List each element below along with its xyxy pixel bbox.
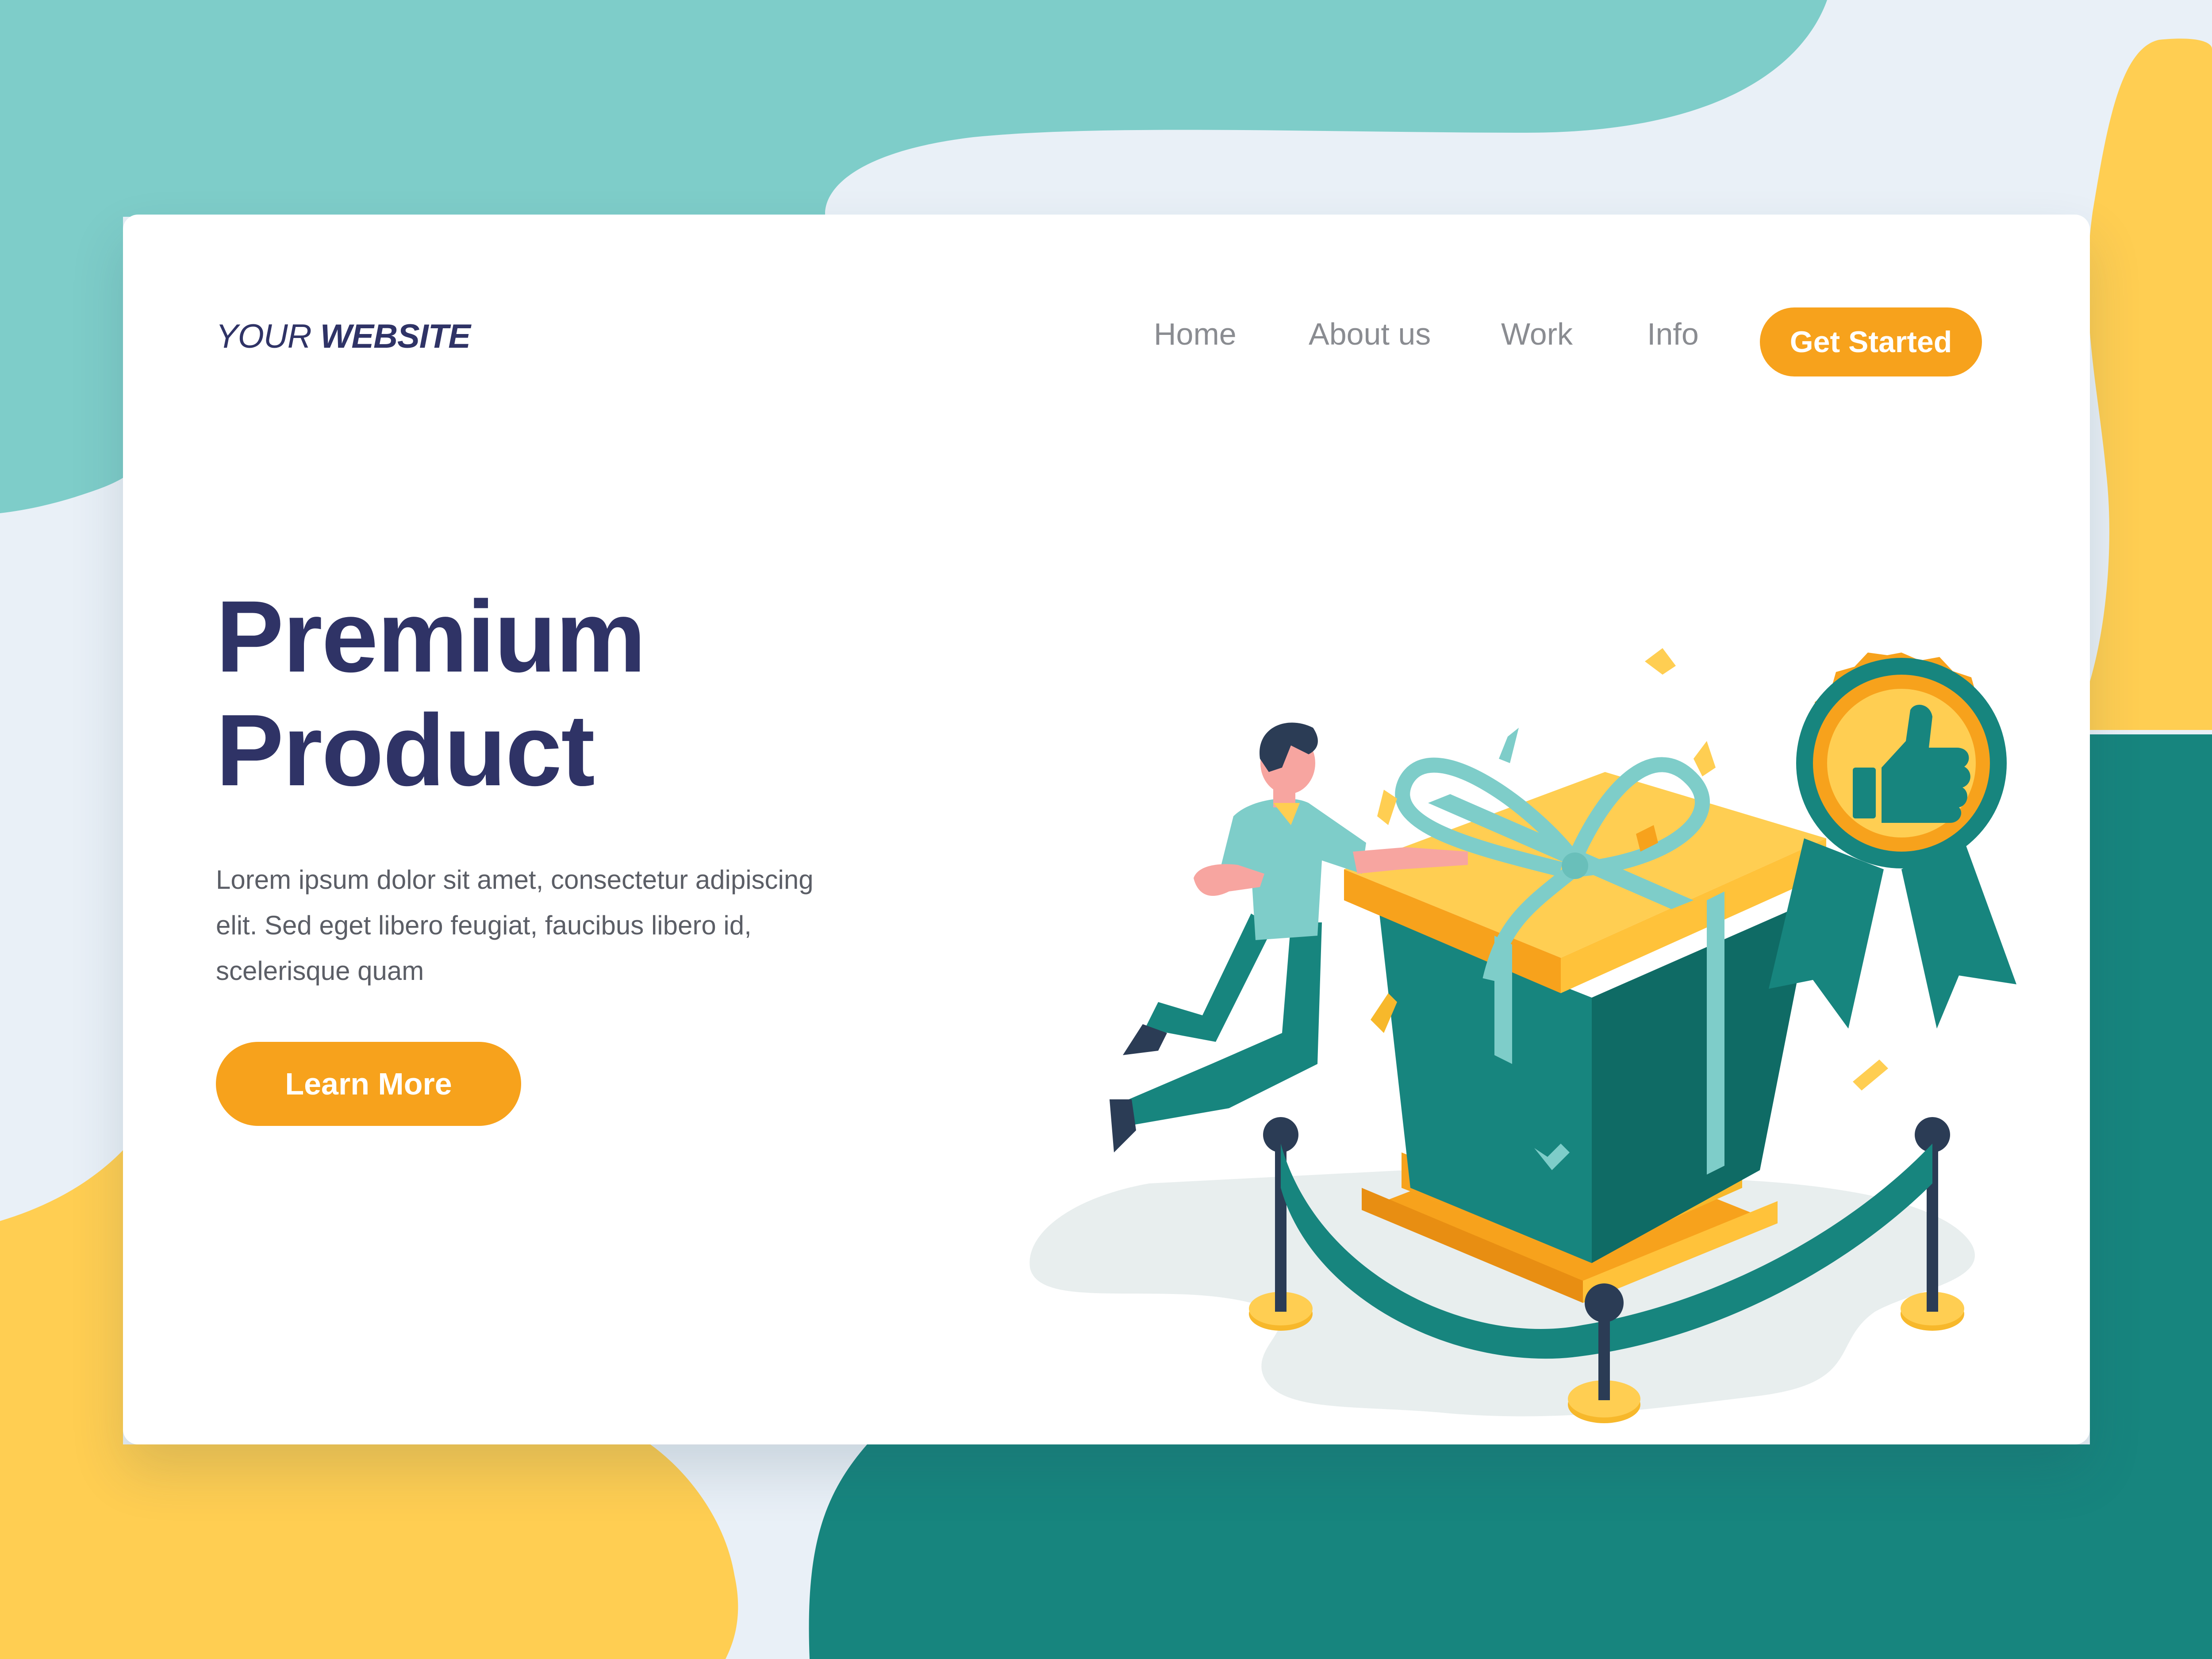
get-started-button[interactable]: Get Started [1760, 307, 1982, 376]
nav-link-about-us[interactable]: About us [1309, 316, 1431, 352]
hero-illustration [1029, 648, 2016, 1423]
award-badge-icon [1769, 653, 2016, 1029]
yellow-blob-right [2088, 38, 2212, 730]
gift-box-icon [1344, 757, 1826, 1303]
nav-link-home[interactable]: Home [1154, 316, 1237, 352]
nav-link-work[interactable]: Work [1501, 316, 1573, 352]
hero-headline-line-1: Premium [216, 580, 646, 693]
hero-headline: Premium Product [216, 580, 646, 807]
hero-headline-line-2: Product [216, 693, 595, 807]
learn-more-button[interactable]: Learn More [216, 1042, 521, 1126]
hero-description: Lorem ipsum dolor sit amet, consectetur … [216, 865, 814, 986]
nav-link-info[interactable]: Info [1647, 316, 1699, 352]
landing-page-card: YOUR WEBSITE Home About us Work Info Get… [123, 215, 2090, 1444]
